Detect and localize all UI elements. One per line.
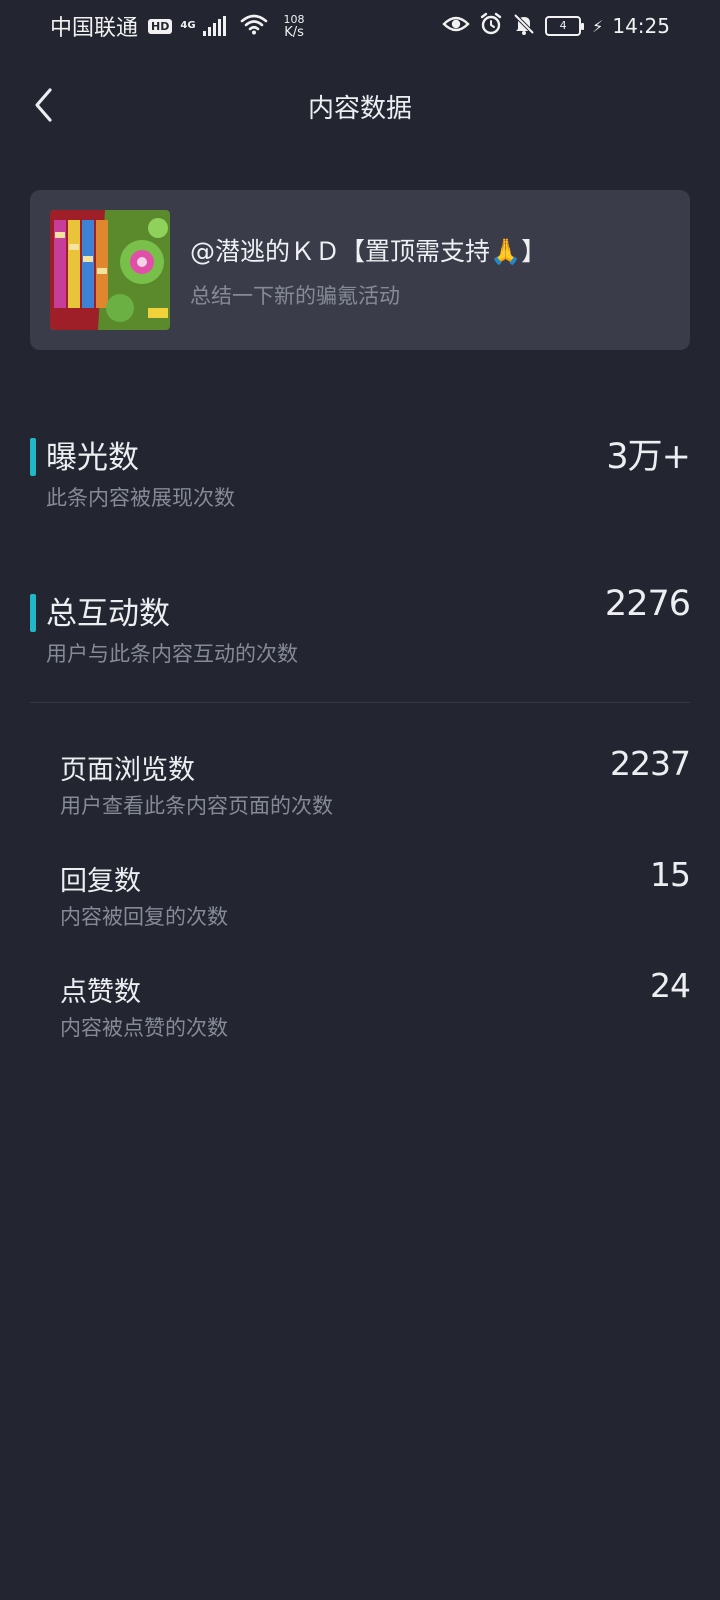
post-title: @潜逃的ＫＤ【置顶需支持🙏】 [190,237,547,266]
wifi-icon [240,13,268,39]
metric-value: 24 [650,966,691,1005]
hd-badge: HD [148,18,173,34]
metric-description: 用户查看此条内容页面的次数 [60,794,333,818]
network-speed: 108 K/s [284,13,305,39]
post-subtitle: 总结一下新的骗氪活动 [190,284,400,308]
top-app-bar: 内容数据 [0,70,720,140]
network-speed-unit: K/s [284,25,304,40]
post-thumbnail [50,210,170,330]
metric-label: 回复数 [60,866,141,897]
metric-description: 内容被回复的次数 [60,905,228,929]
status-bar-right: 4 ⚡ 14:25 [442,12,670,40]
metric-label: 曝光数 [46,440,139,476]
network-generation: 4G [180,20,196,31]
metric-label: 总互动数 [46,596,170,632]
charging-icon: ⚡ [592,16,604,36]
section-divider [30,702,690,703]
metric-description: 用户与此条内容互动的次数 [46,642,298,666]
metric-label: 页面浏览数 [60,755,195,786]
accent-bar [30,438,36,476]
clock-time: 14:25 [612,14,670,38]
notifications-off-icon [512,12,536,40]
accent-bar [30,594,36,632]
metric-value: 3万+ [606,437,691,477]
alarm-icon [479,12,503,40]
carrier-name: 中国联通 [50,16,139,41]
metric-value: 2276 [604,584,691,624]
signal-icon [202,16,226,36]
content-data-screen: 中国联通 HD 4G 108 K/s 4 ⚡ 14:25 内容数据 @潜逃的ＫＤ… [0,0,720,1600]
metric-value: 15 [650,855,691,894]
metric-value: 2237 [610,744,691,783]
metric-description: 此条内容被展现次数 [46,486,235,510]
post-card[interactable]: @潜逃的ＫＤ【置顶需支持🙏】 总结一下新的骗氪活动 [30,190,690,350]
metric-label: 点赞数 [60,977,141,1008]
page-title: 内容数据 [307,94,412,124]
status-bar: 中国联通 HD 4G 108 K/s 4 ⚡ 14:25 [0,0,720,52]
status-bar-left: 中国联通 HD 4G 108 K/s [50,10,305,42]
battery-icon: 4 [545,16,585,36]
metric-description: 内容被点赞的次数 [60,1016,228,1040]
eye-icon [442,14,470,38]
